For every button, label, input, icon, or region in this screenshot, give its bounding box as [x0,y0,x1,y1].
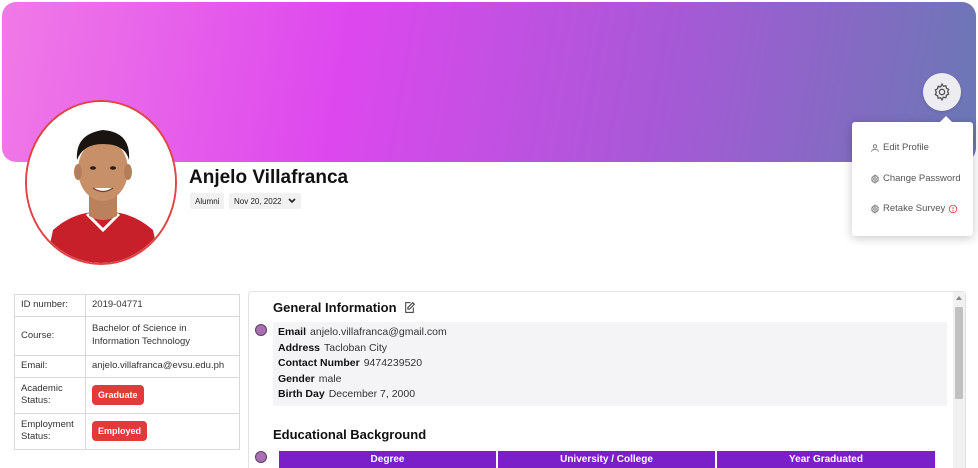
row-value: male [318,373,342,385]
academic-status-label: Academic Status: [14,376,86,414]
profile-name: Anjelo Villafranca [189,167,349,188]
menu-item-edit-profile[interactable]: Edit Profile [870,142,929,153]
general-row-email: Email anjelo.villafranca@gmail.com [278,326,447,338]
row-label: Email [278,326,307,338]
row-label: Birth Day [278,388,325,400]
date-label: Nov 20, 2022 [234,196,282,206]
gear-icon [934,82,950,102]
general-row-birthday: Birth Day December 7, 2000 [278,388,415,400]
id-label: ID number: [14,294,86,317]
email-label: Email: [14,355,86,378]
general-info-title: General Information [273,300,397,315]
course-value: Bachelor of Science in Information Techn… [85,316,240,356]
role-label: Alumni [195,196,220,206]
date-select[interactable]: Nov 20, 2022 [229,193,301,209]
email-value: anjelo.villafranca@evsu.edu.ph [85,355,240,378]
column-header-university: University / College [498,451,715,468]
user-icon [871,143,879,152]
menu-item-label: Retake Survey [883,203,946,214]
dropdown-caret [940,116,952,122]
menu-item-label: Change Password [883,173,961,184]
menu-item-label: Edit Profile [883,142,929,153]
settings-button[interactable] [923,73,961,111]
row-value: December 7, 2000 [328,388,416,400]
timeline-dot [255,451,267,463]
row-value: anjelo.villafranca@gmail.com [310,326,447,338]
timeline-dot [255,324,267,336]
settings-dropdown-menu: Edit Profile Change Password Retake Surv… [852,116,973,236]
chevron-down-icon [288,198,296,204]
avatar [25,100,177,265]
edit-icon[interactable] [403,301,416,314]
id-value: 2019-04771 [85,294,240,317]
menu-item-change-password[interactable]: Change Password [870,173,961,184]
row-value: 9474239520 [363,357,423,369]
general-row-gender: Gender male [278,373,342,385]
column-header-degree: Degree [279,451,496,468]
general-info-heading: General Information [273,300,416,315]
general-row-address: Address Tacloban City [278,342,387,354]
employment-status-label: Employment Status: [14,412,86,450]
course-label: Course: [14,316,86,356]
role-chip: Alumni [190,193,225,209]
table-row: Course: Bachelor of Science in Informati… [14,316,240,356]
info-circle-icon [949,204,958,213]
table-row: Employment Status: Employed [14,412,240,450]
general-row-contact: Contact Number 9474239520 [278,357,422,369]
gear-icon [871,173,879,184]
table-row: ID number: 2019-04771 [14,294,240,317]
table-row: Email: anjelo.villafranca@evsu.edu.ph [14,355,240,378]
education-title: Educational Background [273,427,427,442]
row-label: Address [278,342,321,354]
profile-photo-image [27,102,175,263]
row-label: Gender [278,373,315,385]
column-header-year: Year Graduated [717,451,935,468]
scrollbar-thumb[interactable] [955,307,963,399]
student-info-table: ID number: 2019-04771 Course: Bachelor o… [14,294,240,450]
row-value: Tacloban City [324,342,388,354]
menu-item-retake-survey[interactable]: Retake Survey [870,203,958,214]
employment-status-badge: Employed [92,421,148,442]
scroll-up-arrow-icon[interactable] [956,296,962,300]
row-label: Contact Number [278,357,360,369]
table-row: Academic Status: Graduate [14,376,240,414]
academic-status-badge: Graduate [92,385,144,406]
gear-icon [871,203,879,214]
